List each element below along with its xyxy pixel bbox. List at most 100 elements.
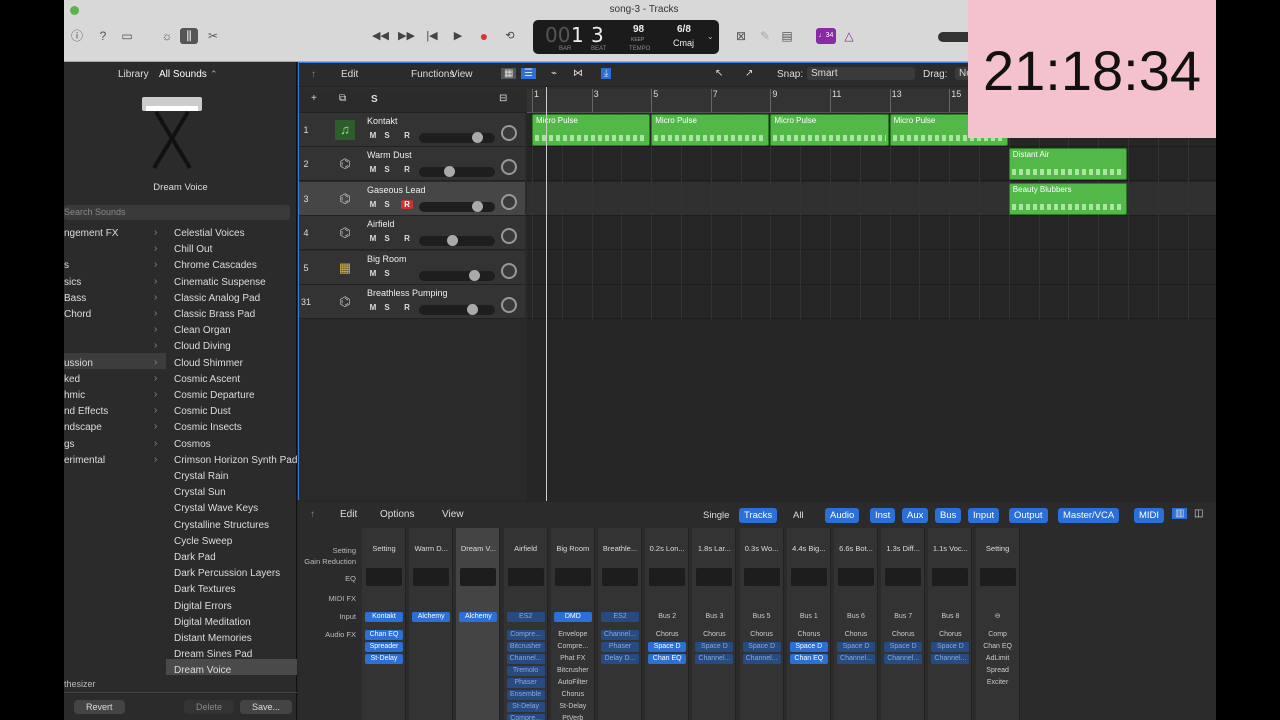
cycle-icon[interactable]: ⟲ — [502, 29, 518, 43]
eq-thumbnail[interactable] — [790, 568, 827, 586]
volume-fader[interactable] — [419, 269, 495, 281]
audio-fx-slot[interactable]: St-Delay — [506, 702, 545, 712]
sound-item[interactable]: Dark Textures — [174, 584, 236, 595]
audio-fx-slot[interactable]: Space D — [931, 642, 970, 652]
fader-knob[interactable] — [471, 132, 483, 143]
strip-name[interactable]: 4.4s Big... — [787, 544, 831, 553]
functions-menu[interactable]: Functions — [411, 69, 454, 80]
track-name[interactable]: Big Room — [367, 254, 407, 264]
go-to-beginning-icon[interactable]: |◀ — [424, 29, 440, 43]
audio-fx-slot[interactable]: Delay D... — [601, 654, 639, 664]
audio-fx-slot[interactable]: Chorus — [837, 630, 875, 640]
audio-fx-slot[interactable]: Chorus — [648, 630, 686, 640]
input-slot[interactable]: ES2 — [506, 612, 545, 622]
input-slot[interactable]: Bus 1 — [790, 612, 828, 622]
audio-fx-slot[interactable]: Phaser — [601, 642, 639, 652]
search-sounds-field[interactable]: Search Sounds — [64, 205, 290, 220]
library-path[interactable]: thesizer — [64, 679, 96, 689]
filter-midi[interactable]: MIDI — [1134, 508, 1165, 523]
strip-name[interactable]: Setting — [976, 544, 1020, 553]
volume-fader[interactable] — [419, 304, 495, 315]
input-slot[interactable]: Bus 6 — [837, 612, 875, 622]
filter-output[interactable]: Output — [1009, 508, 1048, 523]
pan-knob[interactable] — [501, 159, 517, 176]
track-lane[interactable] — [527, 251, 1216, 285]
track-header[interactable]: 4 ⌬ Airfield M S R — [299, 216, 525, 251]
track-header[interactable]: 2 ⌬ Warm Dust M S R — [299, 147, 525, 182]
strip-name[interactable]: Breathle... — [598, 544, 642, 553]
track-lanes[interactable]: Micro Pulse Micro Pulse Micro Pulse Micro P… — [527, 87, 1216, 501]
library-category[interactable]: ked — [64, 374, 80, 385]
editors-icon[interactable]: ✂ — [204, 28, 222, 44]
audio-fx-slot[interactable]: PtVerb — [554, 714, 592, 720]
eq-thumbnail[interactable] — [413, 568, 450, 586]
grid-icon[interactable]: ▦ — [501, 68, 517, 79]
fader-knob[interactable] — [469, 269, 481, 281]
sound-item[interactable]: Clean Organ — [174, 325, 231, 336]
track-header[interactable]: 1 ♫ Kontakt M S R — [299, 113, 525, 147]
strip-name[interactable]: 1.1s Voc... — [928, 544, 972, 553]
input-slot[interactable]: Alchemy — [412, 612, 451, 622]
mute-button[interactable]: M — [367, 269, 379, 278]
sound-item[interactable]: Chill Out — [174, 244, 212, 255]
audio-fx-slot[interactable]: Channel... — [695, 654, 734, 664]
eq-thumbnail[interactable] — [507, 568, 544, 586]
library-category[interactable]: s — [64, 260, 69, 271]
list-view-icon[interactable]: ☰ — [521, 68, 536, 79]
info-icon[interactable]: ⓘ — [68, 28, 86, 44]
record-enable-button[interactable]: R — [401, 303, 413, 312]
sound-item[interactable]: Classic Analog Pad — [174, 293, 260, 304]
track-name[interactable]: Breathless Pumping — [367, 288, 448, 298]
audio-fx-slot[interactable]: Comp — [979, 630, 1017, 640]
eq-thumbnail[interactable] — [649, 568, 686, 586]
sound-item[interactable]: Distant Memories — [174, 633, 252, 644]
library-category[interactable]: sics — [64, 277, 81, 288]
record-enable-button[interactable]: R — [401, 234, 413, 243]
audio-fx-slot[interactable]: Channel... — [506, 654, 545, 664]
audio-fx-slot[interactable]: Chorus — [790, 630, 828, 640]
sound-item[interactable]: Cycle Sweep — [174, 536, 232, 547]
playhead[interactable] — [546, 87, 547, 501]
filter-bus[interactable]: Bus — [935, 508, 962, 523]
strip-name[interactable]: Warm D... — [409, 544, 453, 553]
track-lane[interactable] — [527, 285, 1216, 319]
library-category[interactable]: Bass — [64, 293, 86, 304]
solo-button[interactable]: S — [381, 200, 393, 209]
audio-fx-slot[interactable]: Chan EQ — [365, 630, 403, 640]
input-slot[interactable]: Bus 2 — [648, 612, 686, 622]
eq-thumbnail[interactable] — [979, 568, 1016, 586]
fader-knob[interactable] — [471, 200, 483, 212]
sound-item[interactable]: Cosmic Ascent — [174, 374, 240, 385]
flex-icon[interactable]: ⋈ — [573, 68, 583, 79]
strip-name[interactable]: 1.3s Diff... — [881, 544, 925, 553]
audio-fx-slot[interactable]: Space D — [695, 642, 734, 652]
audio-fx-slot[interactable]: Chan EQ — [979, 642, 1017, 652]
mute-button[interactable]: M — [367, 303, 379, 312]
input-slot[interactable]: DMD — [553, 612, 592, 622]
global-solo-button[interactable]: S — [371, 94, 378, 105]
input-slot[interactable]: Kontakt — [365, 612, 403, 622]
audio-fx-slot[interactable]: Channel... — [601, 630, 639, 640]
audio-fx-slot[interactable]: Space D — [742, 642, 781, 652]
fader-knob[interactable] — [443, 166, 455, 178]
catch-icon[interactable]: ⤓ — [601, 68, 612, 79]
mixer-options-menu[interactable]: Options — [380, 509, 414, 520]
sound-item[interactable]: Digital Errors — [174, 601, 232, 612]
strip-name[interactable]: 0.3s Wo... — [740, 544, 784, 553]
audio-fx-slot[interactable]: Chan EQ — [789, 654, 828, 664]
eq-thumbnail[interactable] — [554, 568, 591, 586]
eq-thumbnail[interactable] — [696, 568, 733, 586]
wide-strips-icon[interactable]: ◫ — [1194, 508, 1203, 519]
mute-button[interactable]: M — [367, 131, 379, 140]
count-in-icon[interactable]: ♩34 — [816, 28, 836, 44]
sound-item[interactable]: Crimson Horizon Synth Pad — [174, 455, 297, 466]
audio-fx-slot[interactable]: St-Delay — [365, 654, 403, 664]
pencil-icon[interactable]: ✎ — [756, 28, 774, 44]
strip-name[interactable]: 0.2s Lon... — [645, 544, 689, 553]
input-slot[interactable]: ES2 — [601, 612, 639, 622]
audio-fx-slot[interactable]: Chorus — [884, 630, 922, 640]
audio-fx-slot[interactable]: Compre... — [506, 630, 545, 640]
input-slot[interactable]: Bus 8 — [931, 612, 969, 622]
pan-knob[interactable] — [501, 262, 517, 279]
strip-name[interactable]: 6.6s Bot... — [834, 544, 878, 553]
